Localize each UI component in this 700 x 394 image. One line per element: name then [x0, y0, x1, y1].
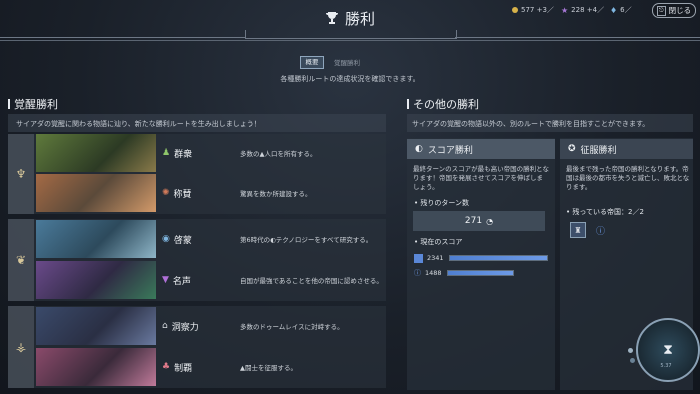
victory-row-crowd[interactable]: ♟ 群衆 多数の▲人口を所有する。 [36, 134, 386, 172]
domination-thumbnail [36, 348, 156, 386]
score-bar-rival [447, 270, 514, 276]
insight-crest-icon: ⚶ [8, 306, 34, 388]
score-victory-header[interactable]: ◐ スコア勝利 [407, 139, 555, 159]
insight-thumbnail [36, 307, 156, 345]
score-row-player[interactable]: 2341 [414, 252, 548, 264]
fame-icon: ▼ [162, 275, 169, 285]
tab-awakening-victory[interactable]: 覚醒勝利 [334, 57, 360, 67]
gold-resource[interactable]: 577 +3／ [512, 5, 554, 15]
remaining-turns-box: 271 ◔ [413, 211, 545, 231]
page-subtitle: 各種勝利ルートの達成状況を確認できます。 [280, 75, 420, 83]
awakening-section-header: 覚醒勝利 [8, 96, 58, 112]
end-turn-button[interactable]: ⧗ [636, 318, 700, 382]
score-victory-desc: 最終ターンのスコアが最も高い帝国の勝利となります！帝国を発展させてスコアを伸ばし… [413, 165, 549, 191]
unknown-empire-icon: ⓘ [414, 269, 421, 277]
empire-emblem-unknown[interactable]: ⓘ [596, 224, 605, 237]
wonder-icon: ✺ [162, 188, 170, 198]
header-divider-right [455, 37, 700, 38]
other-section-header: その他の勝利 [407, 96, 479, 112]
other-desc: サイアダの覚醒の物語以外の、別のルートで勝利を目指すことができます。 [412, 120, 650, 128]
influence-star-icon: ★ [561, 5, 569, 15]
enlightenment-crest-icon: ❦ [8, 219, 34, 301]
victory-row-fame[interactable]: ▼ 名声 自国が最強であることを他の帝国に認めさせる。 [36, 261, 386, 299]
score-bar-fill [448, 271, 513, 275]
gold-coin-icon [512, 7, 518, 13]
score-bar-player [449, 255, 548, 261]
praise-thumbnail [36, 174, 156, 212]
awakening-desc-bar: サイアダの覚醒に関わる物語に辿り、新たな勝利ルートを生み出しましょう！ [8, 114, 386, 132]
crowd-crest-icon: ♆ [8, 134, 34, 214]
player-emblem-icon [414, 253, 423, 263]
population-icon: ♟ [162, 148, 171, 158]
close-button[interactable]: ⎋ 閉じる [652, 3, 696, 18]
victory-row-domination[interactable]: ♣ 制覇 ▲闘士を征服する。 [36, 348, 386, 386]
conquest-victory-desc: 最後まで残った帝国の勝利となります。帝国は最後の都市を失うと滅亡し、敗北となりま… [566, 165, 690, 191]
awakening-desc: サイアダの覚醒に関わる物語に辿り、新たな勝利ルートを生み出しましょう！ [16, 120, 261, 128]
crowd-thumbnail [36, 134, 156, 172]
page-title: 勝利 [344, 9, 375, 28]
awakening-title: 覚醒勝利 [14, 98, 58, 111]
remaining-turns-value: 271 [464, 216, 483, 226]
header-divider-left [0, 37, 245, 38]
victory-row-praise[interactable]: ✺ 称賛 驚異を数か所建設する。 [36, 174, 386, 212]
technology-icon: ◉ [162, 234, 170, 244]
page-header: 勝利 [250, 4, 450, 32]
minimap-dot-icon[interactable] [628, 348, 633, 353]
tab-overview[interactable]: 概要 [300, 55, 324, 69]
conquest-icon: ✪ [568, 144, 576, 154]
current-score-label: • 現在のスコア [414, 238, 463, 246]
remaining-turns-label: • 残りのターン数 [414, 199, 470, 207]
minimap-dot-icon[interactable] [630, 358, 635, 363]
science-resource[interactable]: ♦ 6／ [610, 5, 632, 15]
unknown-empire-icon: ⓘ [596, 227, 606, 237]
score-bar-fill [450, 256, 547, 260]
minimap-label: 5.37 [660, 363, 672, 369]
other-desc-bar: サイアダの覚醒の物語以外の、別のルートで勝利を目指すことができます。 [407, 114, 693, 132]
domination-icon: ♣ [162, 362, 171, 372]
section-bullet-icon [8, 99, 10, 109]
enlightenment-thumbnail [36, 220, 156, 258]
tab-bar: 概要 覚醒勝利 [300, 55, 410, 69]
score-row-rival[interactable]: ⓘ 1488 [414, 267, 548, 279]
remaining-empires-label: • 残っている帝国：2／2 [566, 208, 644, 216]
trophy-icon [325, 12, 338, 24]
science-flask-icon: ♦ [610, 5, 618, 15]
escape-key-icon: ⎋ [656, 5, 666, 16]
score-icon: ◐ [415, 144, 423, 154]
hourglass-icon: ⧗ [663, 342, 673, 358]
empire-emblem-player[interactable]: ♜ [570, 222, 586, 238]
section-bullet-icon [407, 99, 409, 109]
fame-thumbnail [36, 261, 156, 299]
insight-icon: ⌂ [162, 321, 168, 331]
turn-clock-icon: ◔ [486, 216, 494, 226]
conquest-victory-header[interactable]: ✪ 征服勝利 [560, 139, 693, 159]
other-title: その他の勝利 [413, 98, 479, 111]
influence-resource[interactable]: ★ 228 +4／ [561, 5, 604, 15]
empire-tower-icon: ♜ [574, 225, 582, 235]
victory-row-insight[interactable]: ⌂ 洞察力 多数のドゥームレイスに対峙する。 [36, 307, 386, 345]
victory-row-enlightenment[interactable]: ◉ 啓蒙 第6時代の◐テクノロジーをすべて研究する。 [36, 220, 386, 258]
